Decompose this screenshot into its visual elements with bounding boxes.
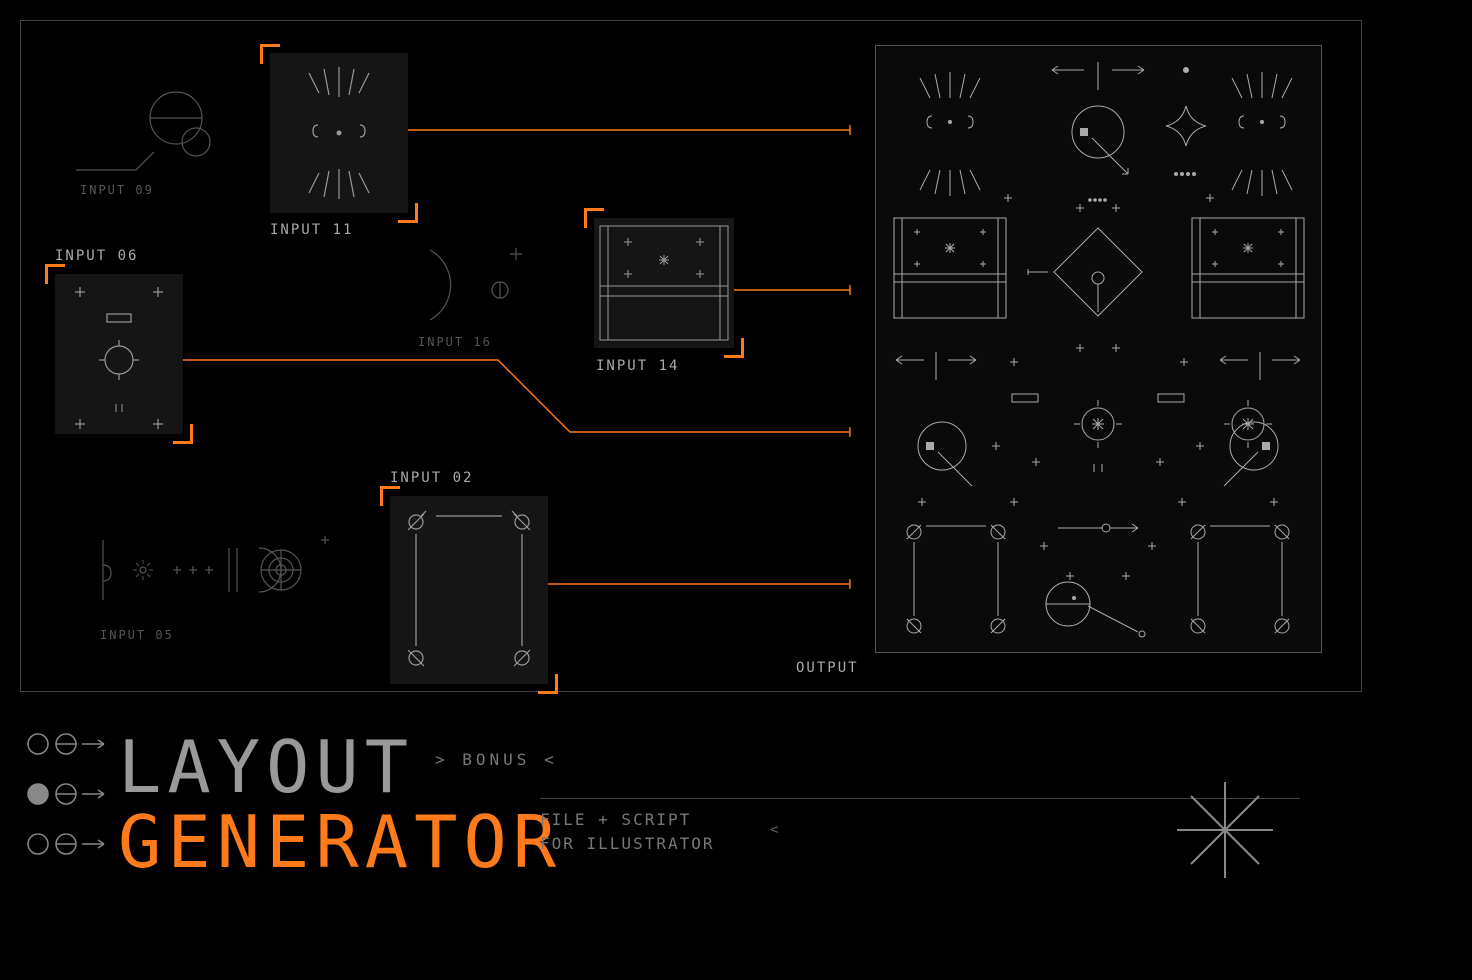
output-panel xyxy=(875,45,1322,653)
input-06-box xyxy=(55,274,183,434)
asterisk-icon xyxy=(1165,770,1285,890)
title-line-2: GENERATOR xyxy=(118,800,562,884)
input-09-label: INPUT 09 xyxy=(80,183,154,197)
subtitle-line-2: FOR ILLUSTRATOR xyxy=(540,834,715,853)
input-06-label: INPUT 06 xyxy=(55,248,138,264)
input-02-box xyxy=(390,496,548,684)
input-02-label: INPUT 02 xyxy=(390,470,473,486)
input-14-label: INPUT 14 xyxy=(596,358,679,374)
bonus-label: > BONUS < xyxy=(435,750,558,769)
output-label: OUTPUT xyxy=(796,660,859,676)
decoration-circles-icon xyxy=(24,728,114,888)
input-14-box xyxy=(594,218,734,348)
caret-icon: < xyxy=(770,822,780,838)
input-05-label: INPUT 05 xyxy=(100,628,174,642)
subtitle-line-1: FILE + SCRIPT xyxy=(540,810,691,829)
input-11-box xyxy=(270,53,408,213)
input-16-label: INPUT 16 xyxy=(418,335,492,349)
title-line-1: LAYOUT xyxy=(118,725,414,809)
input-11-label: INPUT 11 xyxy=(270,222,353,238)
